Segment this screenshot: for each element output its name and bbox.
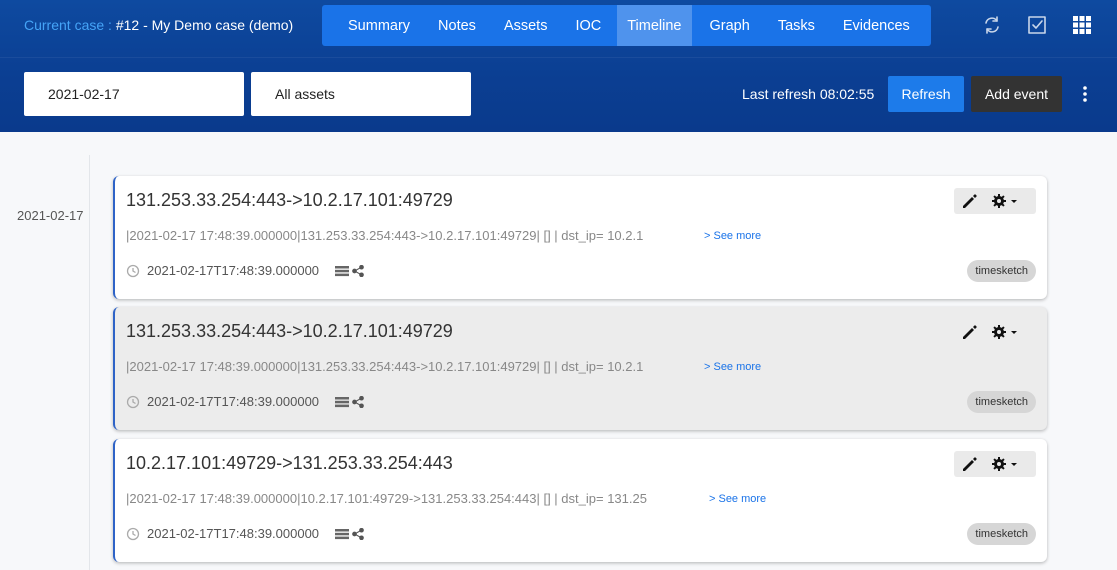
pencil-icon[interactable] [959, 190, 981, 212]
clock-icon [126, 527, 140, 540]
current-case-label: Current case : [24, 17, 112, 33]
see-more-link[interactable]: > See more [709, 493, 766, 505]
assets-filter-select[interactable]: All assets [251, 72, 471, 116]
event-raw-line: |2021-02-17 17:48:39.000000|131.253.33.2… [126, 359, 644, 374]
tab-evidences[interactable]: Evidences [833, 5, 920, 46]
clock-icon [126, 395, 140, 408]
event-title: 131.253.33.254:443->10.2.17.101:49729 [126, 190, 453, 210]
tab-assets[interactable]: Assets [494, 5, 558, 46]
event-tag: timesketch [967, 523, 1036, 545]
event-tag: timesketch [967, 260, 1036, 282]
event-footer: 2021-02-17T17:48:39.000000 [126, 263, 364, 278]
event-footer: 2021-02-17T17:48:39.000000 [126, 394, 364, 409]
event-tools [954, 319, 1036, 345]
event-tools [954, 451, 1036, 477]
gear-icon[interactable] [991, 453, 1027, 475]
refresh-cycle-icon[interactable] [981, 14, 1003, 36]
event-timestamp: 2021-02-17T17:48:39.000000 [147, 526, 320, 541]
event-tools [954, 188, 1036, 214]
gear-icon[interactable] [991, 321, 1027, 343]
header-divider [0, 57, 1117, 58]
see-more-link[interactable]: > See more [704, 361, 761, 373]
share-icon[interactable] [352, 527, 364, 540]
tab-tasks[interactable]: Tasks [768, 5, 825, 46]
database-icon [335, 396, 350, 407]
database-icon [335, 265, 350, 276]
timeline-event-card[interactable]: 131.253.33.254:443->10.2.17.101:49729 |2… [113, 307, 1047, 430]
event-title: 131.253.33.254:443->10.2.17.101:49729 [126, 321, 453, 341]
pencil-icon[interactable] [959, 453, 981, 475]
tab-ioc[interactable]: IOC [565, 5, 611, 46]
tab-summary[interactable]: Summary [338, 5, 420, 46]
date-filter-select[interactable]: 2021-02-17 [24, 72, 244, 116]
add-event-button[interactable]: Add event [971, 76, 1062, 112]
gear-icon[interactable] [991, 190, 1027, 212]
share-icon[interactable] [352, 395, 364, 408]
clock-icon [126, 264, 140, 277]
tab-graph[interactable]: Graph [700, 5, 760, 46]
timeline-event-card[interactable]: 10.2.17.101:49729->131.253.33.254:443 |2… [113, 439, 1047, 562]
timeline-axis [89, 155, 90, 570]
top-header: Current case : #12 - My Demo case (demo)… [0, 0, 1117, 132]
event-timestamp: 2021-02-17T17:48:39.000000 [147, 263, 320, 278]
checkbox-icon[interactable] [1026, 14, 1048, 36]
tab-notes[interactable]: Notes [428, 5, 486, 46]
grid-icon[interactable] [1071, 14, 1093, 36]
kebab-menu-icon[interactable] [1078, 85, 1092, 103]
current-case: Current case : #12 - My Demo case (demo) [24, 17, 293, 33]
refresh-button[interactable]: Refresh [888, 76, 964, 112]
event-title: 10.2.17.101:49729->131.253.33.254:443 [126, 453, 453, 473]
event-timestamp: 2021-02-17T17:48:39.000000 [147, 394, 320, 409]
pencil-icon[interactable] [959, 321, 981, 343]
event-raw-line: |2021-02-17 17:48:39.000000|131.253.33.2… [126, 228, 644, 243]
timeline-date-group: 2021-02-17 [17, 208, 84, 223]
tab-timeline[interactable]: Timeline [617, 5, 692, 46]
event-raw-line: |2021-02-17 17:48:39.000000|10.2.17.101:… [126, 491, 647, 506]
event-tag: timesketch [967, 391, 1036, 413]
share-icon[interactable] [352, 264, 364, 277]
see-more-link[interactable]: > See more [704, 230, 761, 242]
case-nav: Summary Notes Assets IOC Timeline Graph … [322, 5, 931, 46]
database-icon [335, 528, 350, 539]
current-case-name: #12 - My Demo case (demo) [115, 17, 294, 33]
last-refresh-text: Last refresh 08:02:55 [742, 86, 875, 102]
timeline-event-card[interactable]: 131.253.33.254:443->10.2.17.101:49729 |2… [113, 176, 1047, 299]
event-footer: 2021-02-17T17:48:39.000000 [126, 526, 364, 541]
